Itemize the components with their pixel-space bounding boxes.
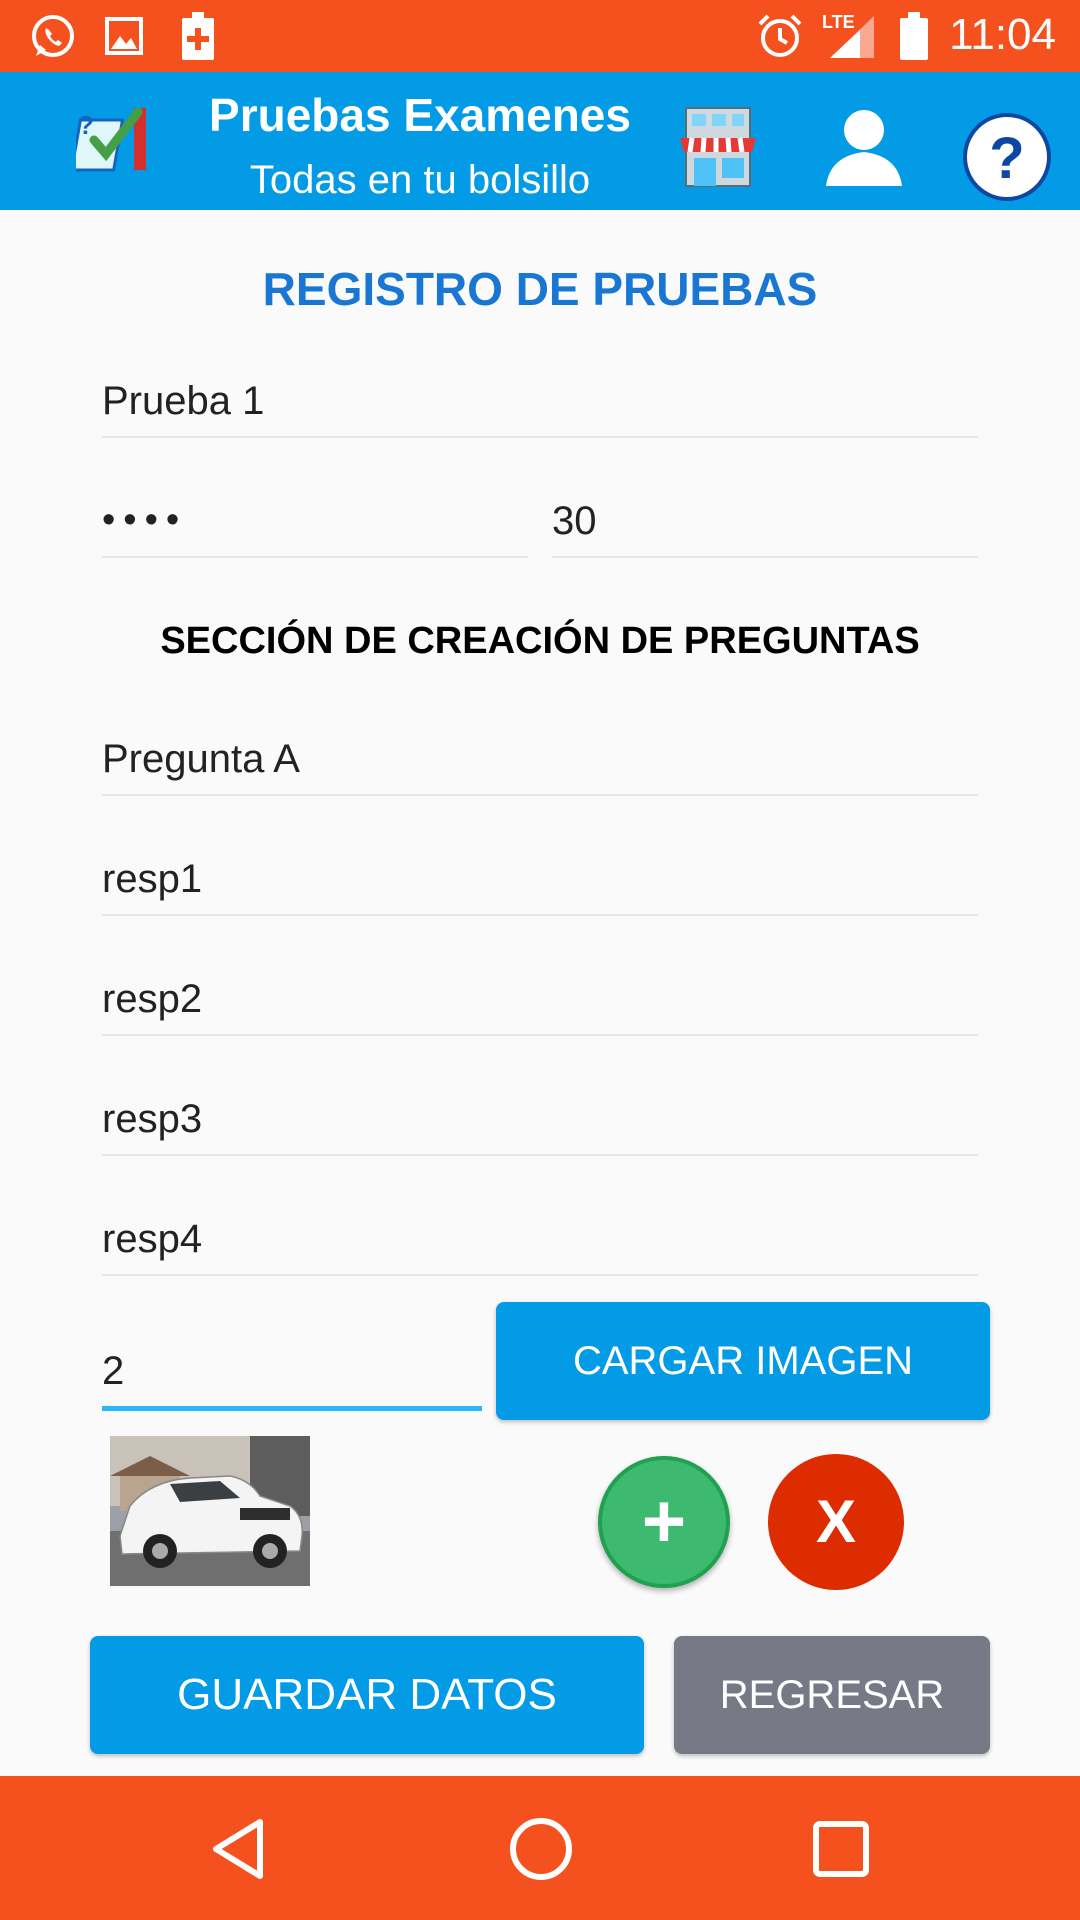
page-title: REGISTRO DE PRUEBAS (262, 263, 818, 315)
home-icon[interactable] (506, 1814, 576, 1884)
delete-question-button[interactable]: X (768, 1454, 904, 1590)
svg-text:?: ? (989, 126, 1024, 191)
add-question-button[interactable]: + (598, 1456, 730, 1588)
answer-4-input[interactable]: resp4 (102, 1198, 978, 1276)
answer-1-value: resp1 (102, 857, 203, 901)
close-icon: X (815, 1488, 857, 1555)
back-button[interactable]: REGRESAR (674, 1636, 990, 1754)
load-image-button[interactable]: CARGAR IMAGEN (496, 1302, 990, 1420)
battery-icon (900, 12, 928, 60)
store-icon[interactable] (672, 100, 764, 192)
app-subtitle: Todas en tu bolsillo (249, 158, 591, 202)
answer-2-value: resp2 (102, 977, 203, 1021)
back-icon[interactable] (206, 1816, 272, 1882)
test-name-input[interactable]: Prueba 1 (102, 360, 978, 438)
status-bar: LTE 11:04 (0, 0, 1080, 72)
duration-value: 30 (552, 499, 597, 543)
save-data-button[interactable]: GUARDAR DATOS (90, 1636, 644, 1754)
image-icon (105, 17, 143, 55)
app-title: Pruebas Examenes (209, 89, 631, 141)
alarm-icon (758, 14, 802, 57)
answer-1-input[interactable]: resp1 (102, 838, 978, 916)
question-input[interactable]: Pregunta A (102, 718, 978, 796)
recents-icon[interactable] (810, 1818, 872, 1880)
answer-3-value: resp3 (102, 1097, 203, 1141)
answer-2-input[interactable]: resp2 (102, 958, 978, 1036)
status-time: 11:04 (949, 10, 1056, 59)
test-name-value: Prueba 1 (102, 379, 265, 423)
answer-4-value: resp4 (102, 1217, 203, 1261)
profile-icon[interactable] (820, 102, 908, 192)
whatsapp-icon (32, 15, 74, 57)
password-value: •••• (102, 499, 188, 541)
plus-icon: + (641, 1479, 687, 1564)
section-title: SECCIÓN DE CREACIÓN DE PREGUNTAS (160, 620, 920, 662)
answer-3-input[interactable]: resp3 (102, 1078, 978, 1156)
password-input[interactable]: •••• (102, 480, 528, 558)
help-icon[interactable]: ? (960, 110, 1054, 204)
app-logo-icon: ? (76, 107, 146, 172)
question-value: Pregunta A (102, 737, 300, 781)
duration-input[interactable]: 30 (552, 480, 978, 558)
svg-text:?: ? (78, 110, 94, 140)
question-image-thumbnail (110, 1436, 310, 1586)
navigation-bar (0, 1776, 1080, 1920)
signal-icon (830, 16, 874, 58)
battery-saver-icon (182, 12, 214, 60)
app-bar: ? Pruebas Examenes Todas en tu bolsillo … (0, 72, 1080, 210)
correct-answer-input[interactable]: 2 (102, 1326, 482, 1411)
correct-answer-value: 2 (102, 1349, 125, 1393)
